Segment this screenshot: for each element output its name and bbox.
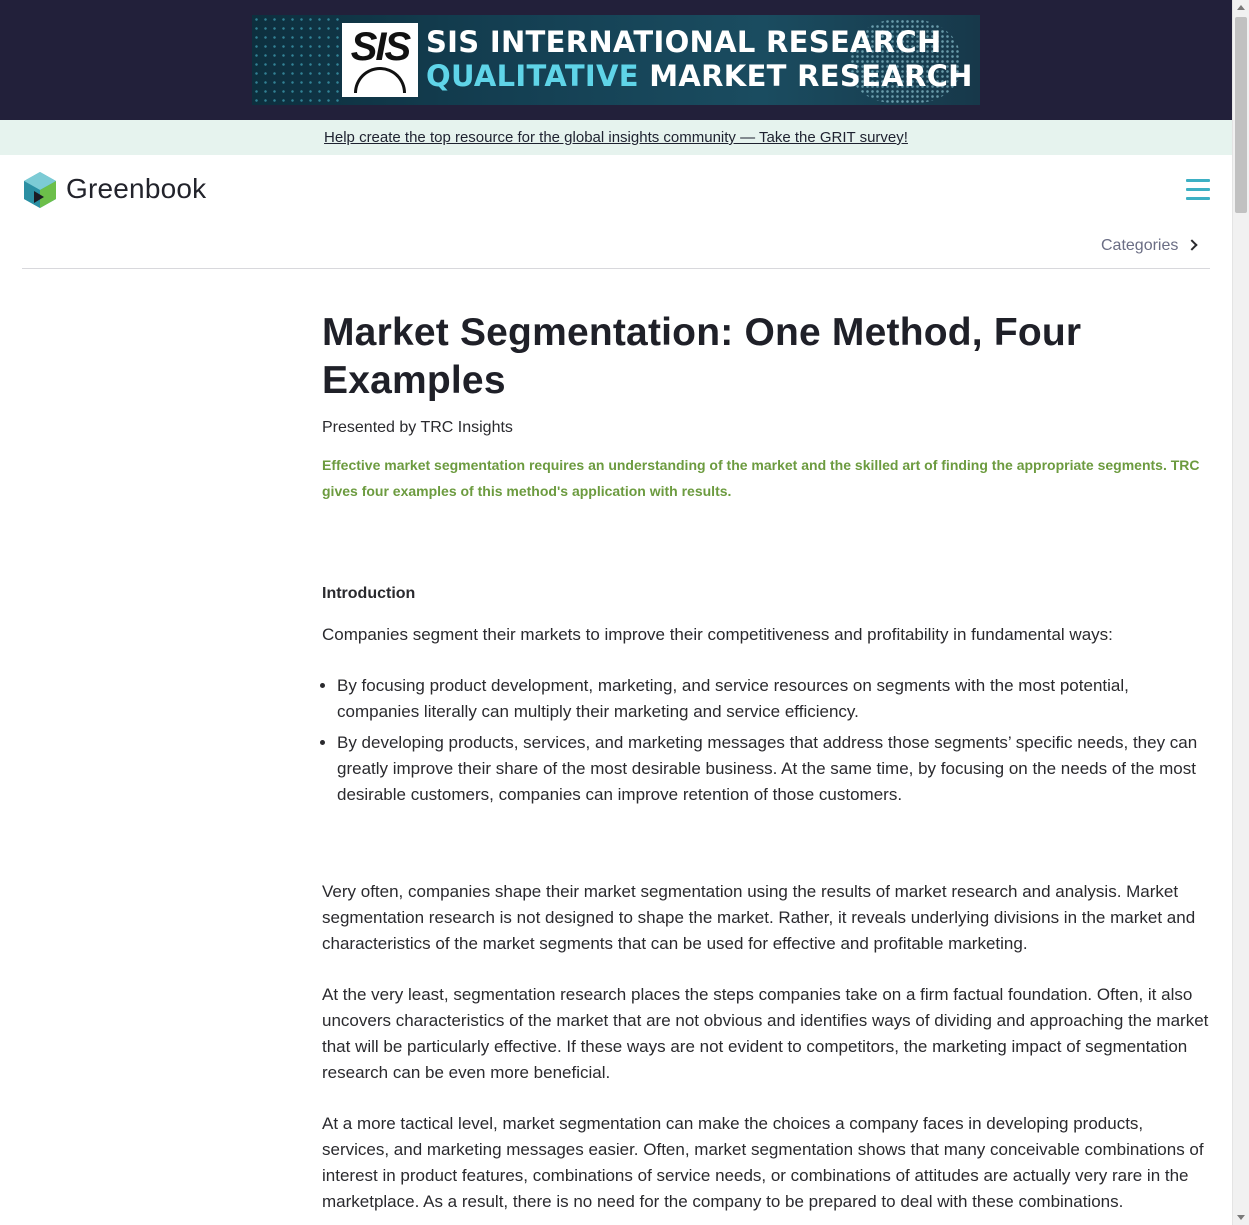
grit-survey-link[interactable]: Help create the top resource for the glo… — [324, 129, 908, 146]
scroll-up-arrow-icon[interactable] — [1237, 5, 1245, 10]
sis-logo-text: SIS — [350, 25, 411, 69]
scroll-down-arrow-icon[interactable] — [1237, 1215, 1245, 1220]
greenbook-logo-text[interactable]: Greenbook — [66, 173, 206, 205]
site-header: Greenbook — [0, 155, 1232, 225]
section-heading: Introduction — [322, 585, 416, 602]
sis-logo: SIS — [342, 23, 418, 97]
ad-subheadline: QUALITATIVE MARKET RESEARCH — [426, 59, 973, 93]
article-lede: Effective market segmentation requires a… — [322, 457, 1200, 499]
greenbook-logo-icon[interactable] — [22, 171, 58, 209]
ad-subheadline-accent: QUALITATIVE — [426, 59, 639, 93]
menu-bar — [1186, 197, 1210, 200]
globe-icon — [354, 67, 406, 93]
ad-headline: SIS INTERNATIONAL RESEARCH — [426, 25, 942, 59]
categories-label: Categories — [1101, 237, 1179, 254]
menu-bar — [1186, 179, 1210, 182]
hamburger-menu-icon[interactable] — [1186, 179, 1210, 201]
list-item: By focusing product development, marketi… — [337, 673, 1210, 725]
intro-paragraph: Companies segment their markets to impro… — [322, 625, 1113, 644]
list-item: By developing products, services, and ma… — [337, 730, 1210, 808]
article-title: Market Segmentation: One Method, Four Ex… — [322, 311, 1082, 402]
page-scrollbar[interactable] — [1232, 0, 1249, 1225]
survey-banner: Help create the top resource for the glo… — [0, 120, 1232, 155]
header-divider — [22, 268, 1210, 269]
scrollbar-thumb[interactable] — [1235, 17, 1247, 213]
chevron-right-icon — [1186, 239, 1199, 251]
ad-band: SIS SIS INTERNATIONAL RESEARCH QUALITATI… — [0, 0, 1232, 120]
body-paragraph: At the very least, segmentation research… — [322, 985, 1209, 1082]
body-paragraph: Very often, companies shape their market… — [322, 882, 1196, 953]
categories-button[interactable]: Categories — [1101, 237, 1199, 255]
article: Market Segmentation: One Method, Four Ex… — [322, 309, 1210, 1215]
ad-subheadline-rest: MARKET RESEARCH — [638, 59, 973, 93]
body-paragraph: At a more tactical level, market segment… — [322, 1114, 1204, 1211]
circuit-pattern-graphic — [252, 15, 342, 105]
benefits-list: By focusing product development, marketi… — [322, 673, 1210, 808]
menu-bar — [1186, 188, 1210, 191]
presented-by: Presented by TRC Insights — [322, 419, 513, 436]
sis-ad-banner[interactable]: SIS SIS INTERNATIONAL RESEARCH QUALITATI… — [252, 15, 980, 105]
